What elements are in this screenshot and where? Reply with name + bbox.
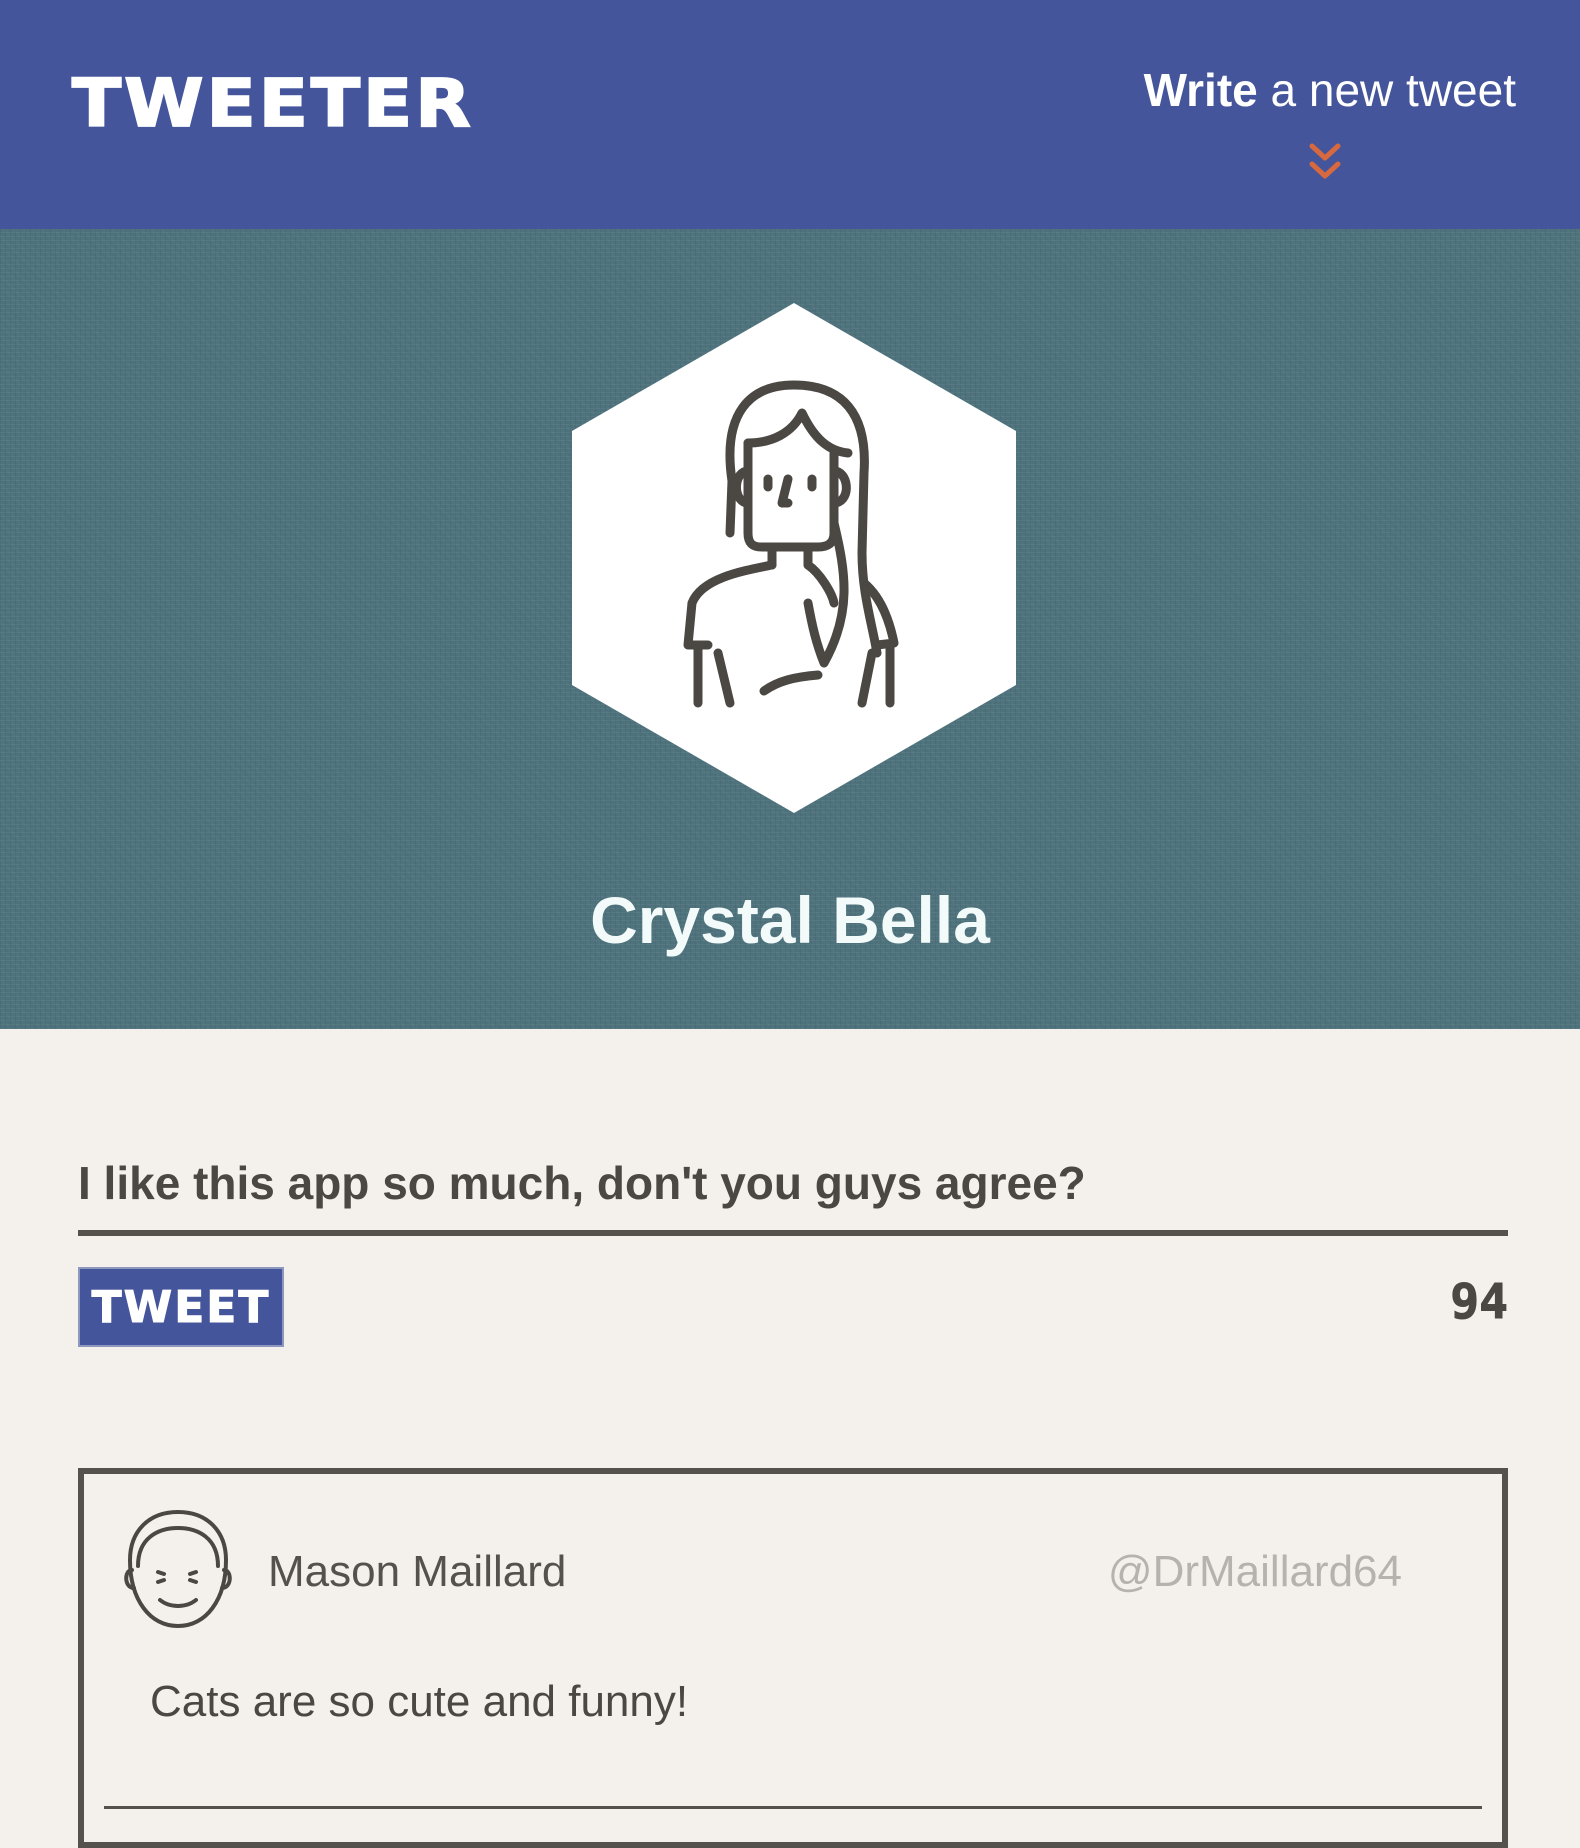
tweet-author-handle: @DrMaillard64 — [1107, 1547, 1402, 1596]
smiling-man-avatar-icon — [124, 1510, 232, 1628]
brand-logo[interactable]: TWEETER — [71, 64, 474, 141]
double-chevron-down-icon[interactable] — [1308, 142, 1342, 186]
compose-toggle-rest: a new tweet — [1257, 64, 1517, 116]
tweet-submit-button[interactable]: TWEET — [78, 1267, 284, 1347]
character-counter: 94 — [1450, 1274, 1509, 1331]
tweet-footer-divider — [104, 1806, 1482, 1809]
compose-underline — [78, 1230, 1508, 1236]
tweet-text: Cats are so cute and funny! — [150, 1677, 689, 1726]
tweet-author-name: Mason Maillard — [268, 1547, 567, 1596]
woman-avatar-icon — [572, 303, 1016, 813]
tweet-card: Mason Maillard @DrMaillard64 Cats are so… — [78, 1468, 1508, 1848]
write-new-tweet-toggle[interactable]: Write a new tweet — [1096, 60, 1516, 120]
top-nav: TWEETER Write a new tweet — [0, 0, 1580, 229]
profile-name: Crystal Bella — [590, 883, 990, 957]
tweet-compose-input[interactable] — [78, 1148, 1508, 1218]
compose-toggle-strong: Write — [1143, 64, 1258, 116]
